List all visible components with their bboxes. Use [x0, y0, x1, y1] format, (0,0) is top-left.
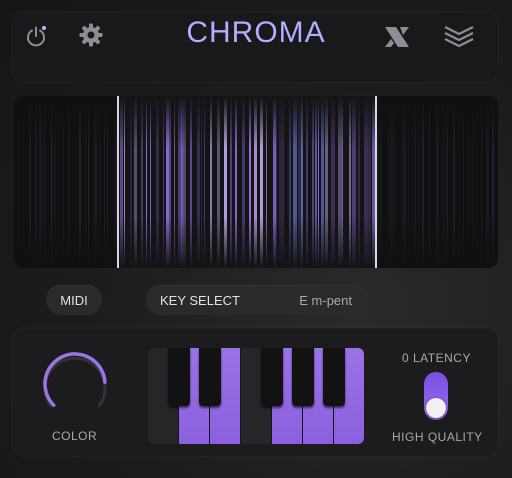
- spectrum-bar: [254, 96, 257, 268]
- spectrum-bar: [169, 96, 171, 268]
- spectrum-bar: [301, 96, 303, 268]
- high-quality-toggle[interactable]: [424, 372, 448, 420]
- spectrum-bar: [352, 96, 356, 268]
- spectrum-bar: [141, 96, 143, 268]
- spectrum-bar: [146, 96, 147, 268]
- spectrum-bar: [235, 96, 237, 268]
- spectrum-bar: [210, 96, 212, 268]
- spectrum-bar: [306, 96, 308, 268]
- spectrum-bar: [342, 96, 343, 268]
- black-key-1[interactable]: [168, 348, 190, 406]
- spectrum-bar: [124, 96, 125, 268]
- spectrum-bar: [279, 96, 283, 268]
- spectrum-bar: [130, 96, 132, 268]
- high-quality-label: HIGH QUALITY: [392, 430, 483, 444]
- range-marker-left[interactable]: [117, 96, 119, 268]
- midi-label: MIDI: [60, 292, 88, 308]
- app-title: CHROMA: [0, 16, 512, 50]
- spectrum-bar: [242, 96, 245, 268]
- brand-layers-button[interactable]: [442, 23, 476, 51]
- inactive-region-right: [376, 96, 498, 268]
- layers-logo-icon: [444, 26, 474, 48]
- spectrum-bar: [325, 96, 328, 268]
- spectrum-bar: [201, 96, 202, 268]
- spectrum-bar: [315, 96, 317, 268]
- black-key-2[interactable]: [199, 348, 221, 406]
- spectrum-bar: [249, 96, 251, 268]
- spectrum-bar: [217, 96, 220, 268]
- spectrum-bar: [224, 96, 227, 268]
- key-select-value: E m-pent: [299, 292, 352, 308]
- spectrum-bar: [338, 96, 342, 268]
- black-key-4[interactable]: [292, 348, 314, 406]
- spectrum-bar: [163, 96, 164, 268]
- spectrum-bar: [293, 96, 297, 268]
- spectrum-bar: [364, 96, 368, 268]
- spectrum-bar: [331, 96, 335, 268]
- latency-label: 0 LATENCY: [402, 351, 471, 365]
- spectrum-bar: [150, 96, 151, 268]
- color-knob[interactable]: [38, 350, 112, 416]
- spectrum-bar: [204, 96, 205, 268]
- spectrum-bar: [166, 96, 169, 268]
- spectrum-bar: [358, 96, 360, 268]
- spectrum-bar: [230, 96, 232, 268]
- spectrum-bar: [349, 96, 351, 268]
- spectrum-bar: [283, 96, 284, 268]
- spectrum-visualizer: [14, 96, 498, 268]
- spectrum-bar: [134, 96, 137, 268]
- black-key-3[interactable]: [261, 348, 283, 406]
- spectrum-bar: [368, 96, 371, 268]
- spectrum-bar: [184, 96, 186, 268]
- x-logo-icon: [385, 27, 409, 47]
- key-select-label: KEY SELECT: [160, 292, 240, 308]
- spectrum-bar: [156, 96, 159, 268]
- brand-x-button[interactable]: [382, 24, 412, 50]
- spectrum-bar: [174, 96, 175, 268]
- black-key-5[interactable]: [323, 348, 345, 406]
- range-marker-right[interactable]: [375, 96, 377, 268]
- spectrum-bar: [321, 96, 324, 268]
- spectrum-bar: [190, 96, 192, 268]
- spectrum-bar: [120, 96, 123, 268]
- color-label: COLOR: [52, 429, 98, 443]
- piano-keyboard: [148, 348, 364, 444]
- spectrum-bar: [266, 96, 267, 268]
- spectrum-bar: [312, 96, 314, 268]
- key-select-dropdown[interactable]: KEY SELECT E m-pent: [146, 285, 366, 315]
- spectrum-bar: [276, 96, 277, 268]
- spectrum-bar: [273, 96, 276, 268]
- spectrum-bar: [289, 96, 291, 268]
- inactive-region-left: [14, 96, 118, 268]
- spectrum-bar: [197, 96, 200, 268]
- color-knob-arc: [43, 352, 107, 407]
- spectrum-bar: [318, 96, 319, 268]
- spectrum-bar: [181, 96, 184, 268]
- spectrum-bar: [260, 96, 263, 268]
- toggle-thumb: [426, 398, 446, 418]
- midi-button[interactable]: MIDI: [46, 285, 102, 315]
